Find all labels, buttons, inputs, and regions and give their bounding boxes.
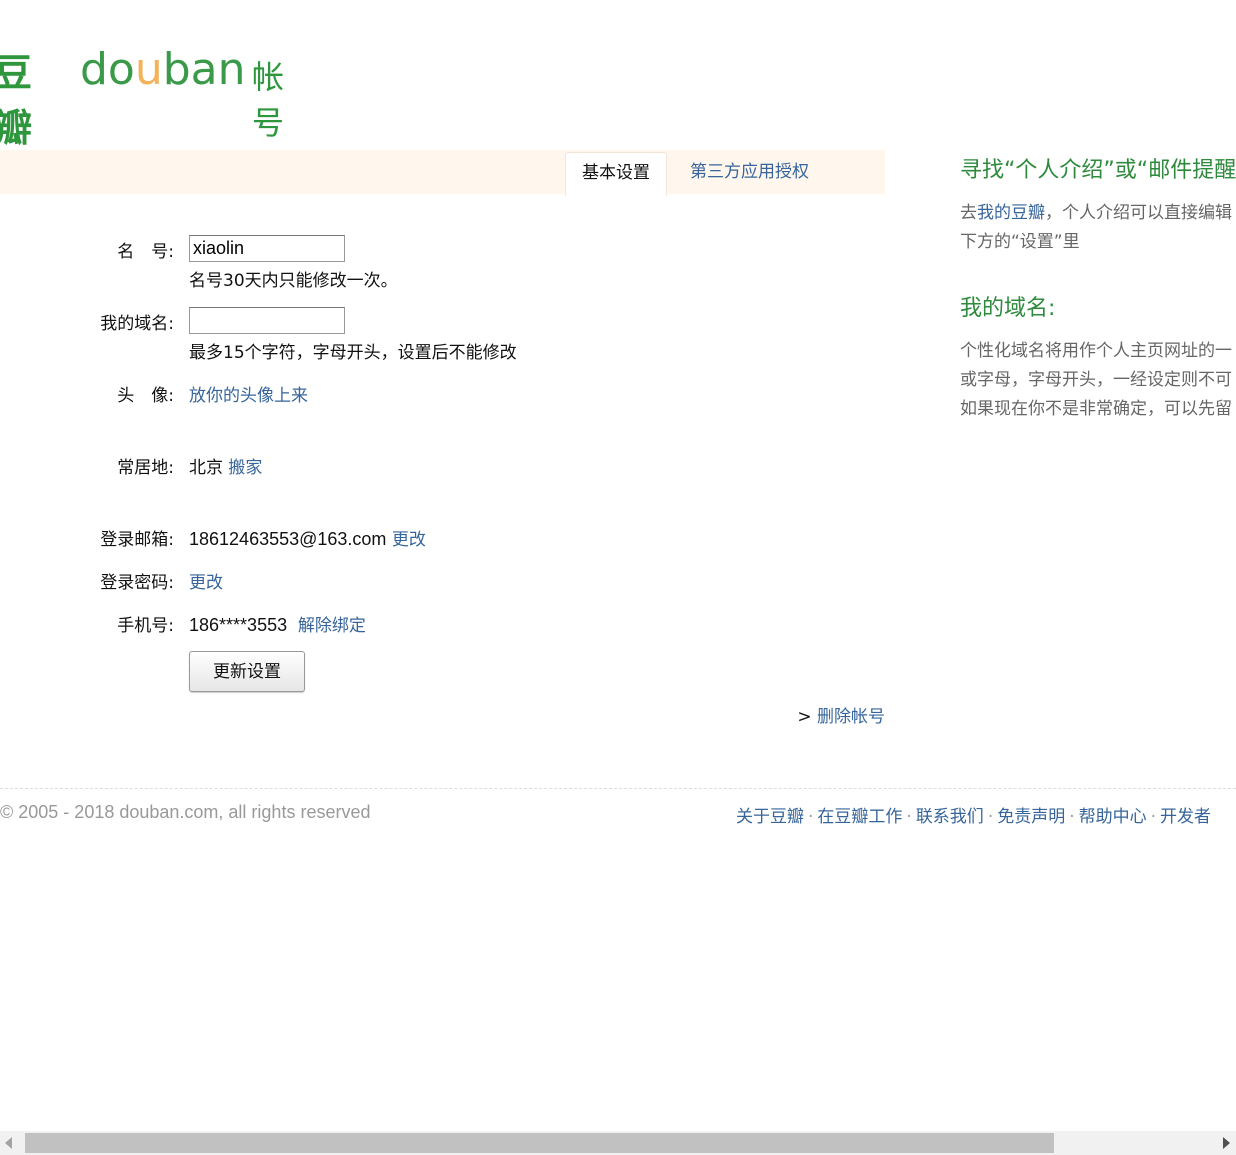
sidebar-heading-intro: 寻找“个人介绍”或“邮件提醒” (960, 158, 1236, 183)
name-hint: 名号30天内只能修改一次。 (189, 271, 398, 291)
change-email-link[interactable]: 更改 (392, 530, 426, 550)
upload-avatar-link[interactable]: 放你的头像上来 (189, 381, 308, 406)
unbind-phone-link[interactable]: 解除绑定 (298, 616, 366, 636)
update-settings-button[interactable]: 更新设置 (189, 651, 305, 692)
email-value: 18612463553@163.com (189, 529, 387, 549)
sidebar-heading-domain: 我的域名: (960, 296, 1056, 321)
footer-divider (0, 788, 1236, 789)
sidebar-domain-line3: 如果现在你不是非常确定，可以先留 (960, 399, 1232, 419)
delete-account-link[interactable]: 删除帐号 (817, 707, 885, 727)
delete-account: > 删除帐号 (797, 702, 885, 727)
email-row: 18612463553@163.com 更改 (189, 525, 426, 550)
scroll-right-icon[interactable] (1223, 1137, 1230, 1149)
logo-chinese: 豆瓣 (0, 51, 32, 150)
my-douban-link[interactable]: 我的豆瓣 (977, 203, 1045, 223)
domain-label: 我的域名: (100, 314, 174, 334)
logo-english: douban (80, 44, 246, 95)
footer-link-about[interactable]: 关于豆瓣 (736, 807, 804, 827)
sidebar-intro-line1: 去我的豆瓣，个人介绍可以直接编辑 (960, 203, 1232, 223)
city-row: 北京 搬家 (189, 453, 262, 478)
footer-link-developers[interactable]: 开发者 (1160, 807, 1211, 827)
scrollbar-thumb[interactable] (25, 1133, 1054, 1153)
email-label: 登录邮箱: (100, 530, 174, 550)
city-value: 北京 (189, 458, 223, 478)
city-label: 常居地: (117, 458, 174, 478)
avatar-label: 头 像: (117, 386, 174, 406)
change-password-link[interactable]: 更改 (189, 568, 223, 593)
footer-link-contact[interactable]: 联系我们 (916, 807, 984, 827)
tab-basic-settings[interactable]: 基本设置 (565, 152, 667, 196)
domain-hint: 最多15个字符，字母开头，设置后不能修改 (189, 343, 517, 363)
sidebar-domain-line2: 或字母，字母开头，一经设定则不可 (960, 370, 1232, 390)
footer-link-disclaimer[interactable]: 免责声明 (997, 807, 1065, 827)
horizontal-scrollbar[interactable] (0, 1131, 1236, 1155)
tab-third-party-auth[interactable]: 第三方应用授权 (690, 150, 809, 194)
phone-row: 186****3553 解除绑定 (189, 611, 366, 636)
footer-link-jobs[interactable]: 在豆瓣工作 (817, 807, 902, 827)
name-label: 名 号: (117, 242, 174, 262)
phone-label: 手机号: (117, 616, 174, 636)
footer-link-help[interactable]: 帮助中心 (1079, 807, 1147, 827)
name-input[interactable] (189, 235, 345, 262)
scroll-left-icon[interactable] (5, 1137, 12, 1149)
sidebar-intro-line2: 下方的“设置”里 (960, 232, 1080, 252)
delete-account-prefix: > (797, 707, 812, 727)
password-label: 登录密码: (100, 573, 174, 593)
logo-account-suffix: 帐号 (252, 58, 285, 142)
sidebar-domain-line1: 个性化域名将用作个人主页网址的一 (960, 341, 1232, 361)
domain-input[interactable] (189, 307, 345, 334)
copyright: © 2005 - 2018 douban.com, all rights res… (0, 802, 371, 822)
phone-value: 186****3553 (189, 615, 288, 635)
move-city-link[interactable]: 搬家 (228, 458, 262, 478)
footer-links: 关于豆瓣 · 在豆瓣工作 · 联系我们 · 免责声明 · 帮助中心 · 开发者 (736, 807, 1212, 827)
